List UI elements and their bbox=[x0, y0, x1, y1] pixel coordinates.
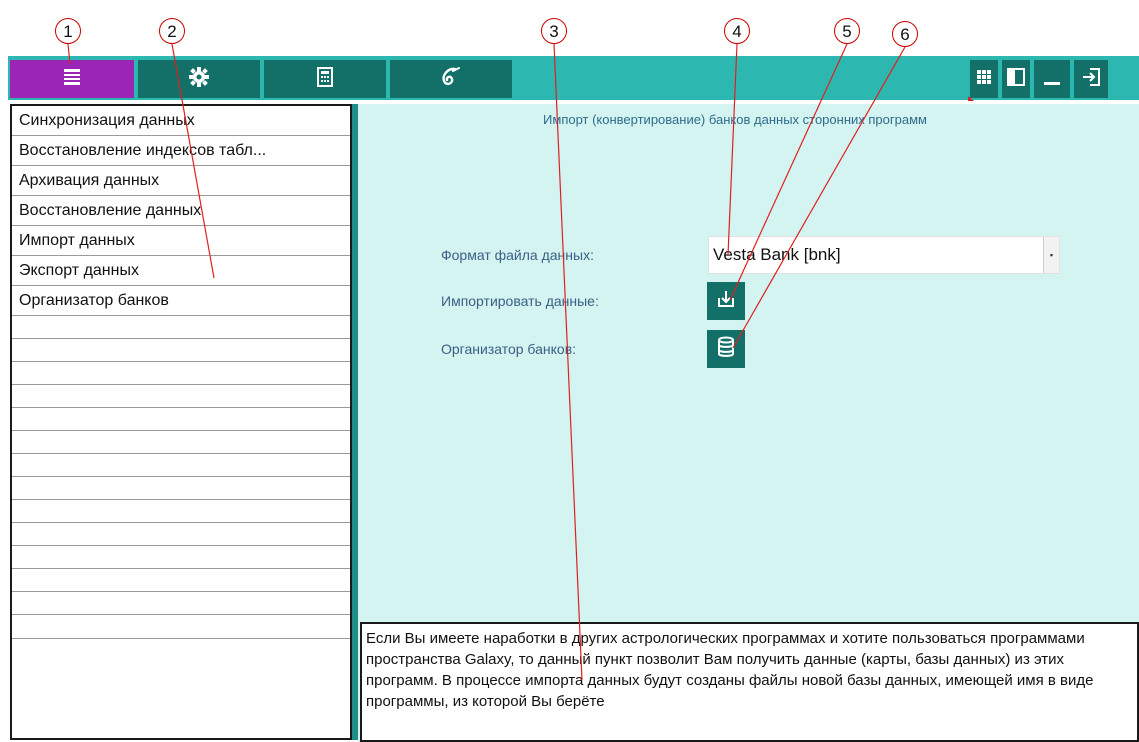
sidebar-empty-row bbox=[12, 500, 350, 523]
toolbar-button-exit[interactable] bbox=[1072, 60, 1108, 98]
download-icon bbox=[716, 289, 736, 314]
database-icon bbox=[717, 336, 735, 363]
callout-4: 4 bbox=[724, 18, 750, 44]
sidebar-empty-row bbox=[12, 569, 350, 592]
main-panel: Импорт (конвертирование) банков данных с… bbox=[358, 104, 1139, 742]
callout-6: 6 bbox=[892, 21, 918, 47]
chevron-down-icon[interactable]: ▪ bbox=[1043, 237, 1059, 273]
sidebar-item[interactable]: Синхронизация данных bbox=[12, 106, 350, 136]
toolbar-button-grid[interactable] bbox=[968, 60, 998, 98]
sidebar-empty-row bbox=[12, 385, 350, 408]
sidebar-empty-row bbox=[12, 615, 350, 639]
organizer-label: Организатор банков: bbox=[441, 341, 577, 357]
sidebar-item[interactable]: Архивация данных bbox=[12, 166, 350, 196]
sidebar-empty-row bbox=[12, 477, 350, 500]
sidebar-item[interactable]: Организатор банков bbox=[12, 286, 350, 316]
info-text: Если Вы имеете наработки в других астрол… bbox=[360, 622, 1139, 742]
toolbar-corner-marker bbox=[968, 96, 974, 101]
import-label: Импортировать данные: bbox=[441, 293, 599, 309]
sidebar-item[interactable]: Восстановление индексов табл... bbox=[12, 136, 350, 166]
sidebar-item[interactable]: Экспорт данных bbox=[12, 256, 350, 286]
import-button[interactable] bbox=[707, 282, 745, 320]
callout-3: 3 bbox=[541, 18, 567, 44]
panel-icon bbox=[1007, 67, 1025, 91]
callout-5: 5 bbox=[834, 18, 860, 44]
list-icon bbox=[62, 67, 82, 92]
calculator-icon bbox=[317, 66, 333, 92]
toolbar-button-calculator[interactable] bbox=[264, 60, 386, 98]
sidebar-item[interactable]: Импорт данных bbox=[12, 226, 350, 256]
exit-icon bbox=[1081, 67, 1101, 92]
toolbar-button-minimize[interactable] bbox=[1032, 60, 1070, 98]
sidebar-empty-row bbox=[12, 592, 350, 615]
sidebar-empty-row bbox=[12, 431, 350, 454]
format-label: Формат файла данных: bbox=[441, 247, 594, 263]
toolbar bbox=[8, 52, 1139, 101]
galaxy-logo-icon bbox=[438, 66, 464, 93]
minimize-icon bbox=[1042, 67, 1062, 92]
toolbar-button-panel[interactable] bbox=[1000, 60, 1030, 98]
toolbar-button-galaxy[interactable] bbox=[390, 60, 512, 98]
sidebar-empty-row bbox=[12, 316, 350, 339]
page-title: Импорт (конвертирование) банков данных с… bbox=[543, 112, 927, 127]
sidebar-empty-row bbox=[12, 362, 350, 385]
format-select[interactable]: Vesta Bank [bnk] ▪ bbox=[708, 236, 1060, 274]
sidebar: Синхронизация данных Восстановление индек… bbox=[10, 104, 352, 740]
callout-1: 1 bbox=[55, 18, 81, 44]
callout-2: 2 bbox=[159, 18, 185, 44]
sidebar-empty-row bbox=[12, 546, 350, 569]
grid-icon bbox=[976, 69, 992, 90]
sidebar-empty-row bbox=[12, 408, 350, 431]
sidebar-item[interactable]: Восстановление данных bbox=[12, 196, 350, 226]
format-select-value: Vesta Bank [bnk] bbox=[713, 245, 841, 264]
toolbar-button-menu[interactable] bbox=[10, 60, 134, 98]
sidebar-empty-row bbox=[12, 339, 350, 362]
sidebar-empty-row bbox=[12, 523, 350, 546]
sidebar-empty-row bbox=[12, 454, 350, 477]
toolbar-button-settings[interactable] bbox=[138, 60, 260, 98]
organizer-button[interactable] bbox=[707, 330, 745, 368]
gear-icon bbox=[188, 66, 210, 93]
